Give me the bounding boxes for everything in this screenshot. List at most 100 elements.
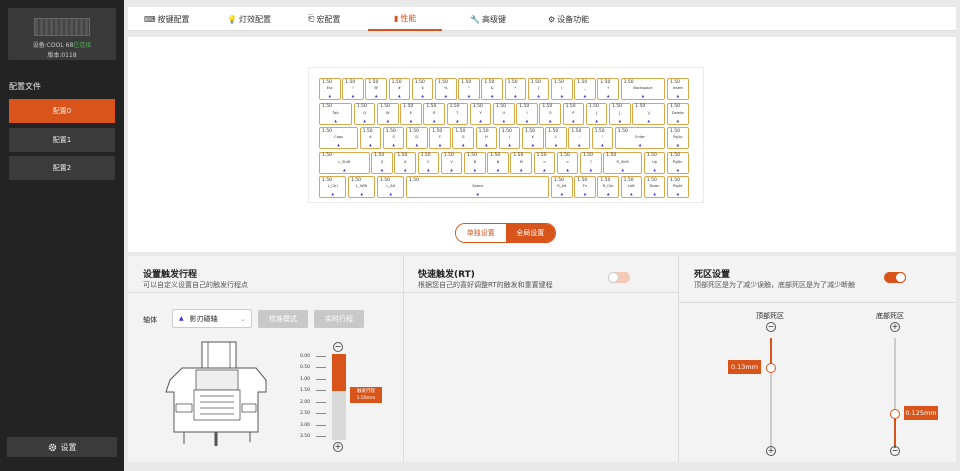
key-trigger-value: 1.50 (612, 104, 623, 109)
key-pgdn[interactable]: 1.50 PgDn ▲ (667, 151, 689, 174)
profile-item-2[interactable]: 配置2 (9, 156, 115, 180)
key-fn[interactable]: 1.50 Fn ▲ (574, 176, 596, 198)
plus-button[interactable]: + (890, 322, 900, 332)
key-up[interactable]: 1.50 Up ▲ (643, 151, 666, 174)
key-f[interactable]: 1.50 F ▲ (429, 127, 451, 149)
key-caps[interactable]: 1.50 Caps ▲ (319, 127, 358, 149)
key-[interactable]: 1.50 > ▲ (556, 151, 579, 174)
plus-button[interactable]: + (333, 442, 343, 452)
minus-button[interactable]: − (890, 446, 900, 456)
key-pgup[interactable]: 1.50 PgUp ▲ (667, 127, 689, 149)
key-h[interactable]: 1.50 H ▲ (475, 127, 498, 149)
key-e[interactable]: 1.50 E ▲ (400, 102, 422, 125)
key-z[interactable]: 1.50 Z ▲ (371, 151, 393, 174)
trigger-slider[interactable]: − 0.00 0.50 1.00 1.50 2.00 2.50 3.00 3.50 触发行程 … (300, 342, 382, 452)
key-left[interactable]: 1.50 Left ▲ (620, 176, 643, 198)
minus-button[interactable]: − (766, 322, 776, 332)
key-_[interactable]: 1.50 _ ▲ (574, 78, 596, 100)
key-tab[interactable]: 1.50 Tab ▲ (319, 102, 353, 125)
settings-button[interactable]: 设置 (7, 437, 117, 457)
key-[interactable]: 1.50 \| ▲ (632, 102, 666, 125)
key-i[interactable]: 1.50 I ▲ (516, 102, 538, 125)
key-[interactable]: 1.50 # ▲ (388, 78, 411, 100)
calibrate-button[interactable]: 校准模式 (258, 310, 308, 328)
key-delete[interactable]: 1.50 Delete ▲ (667, 102, 689, 125)
key-[interactable]: 1.50 ^ ▲ (458, 78, 480, 100)
axis-select[interactable]: ▲ 影刃磁轴 ⌄ (172, 309, 252, 328)
tab-performance[interactable]: ▮ 性能 (368, 7, 443, 31)
key-r_shift[interactable]: 1.50 R_Shift ▲ (603, 151, 643, 174)
profile-item-1[interactable]: 配置1 (9, 128, 115, 152)
global-setting-button[interactable]: 全局设置 (505, 224, 555, 242)
key-s[interactable]: 1.50 S ▲ (382, 127, 405, 149)
key-enter[interactable]: 1.50 Enter ▲ (614, 127, 666, 149)
key-l[interactable]: 1.50 L ▲ (545, 127, 567, 149)
key-p[interactable]: 1.50 P ▲ (562, 102, 585, 125)
key-g[interactable]: 1.50 G ▲ (452, 127, 474, 149)
deadzone-toggle[interactable] (884, 272, 906, 283)
tab-advanced-keys[interactable]: 🔧 高级键 (470, 7, 506, 31)
key-[interactable]: 1.50 " ▲ (591, 127, 614, 149)
key-r_alt[interactable]: 1.50 R_Alt ▲ (551, 176, 573, 198)
key-w[interactable]: 1.50 W ▲ (377, 102, 399, 125)
key-q[interactable]: 1.50 Q ▲ (353, 102, 376, 125)
slider-handle[interactable] (766, 363, 776, 373)
key-backspace[interactable]: 1.50 Backspace ▲ (620, 78, 666, 100)
key-down[interactable]: 1.50 Down ▲ (643, 176, 666, 198)
key-[interactable]: 1.50{▲ (585, 102, 608, 125)
key-l_win[interactable]: 1.50 L_WIN ▲ (348, 176, 376, 198)
tab-macro-config[interactable]: ⎗ 宏配置 (308, 7, 340, 31)
key-a[interactable]: 1.50 A ▲ (359, 127, 382, 149)
key-esc[interactable]: 1.50 Esc ▲ (319, 78, 341, 100)
key-[interactable]: 1.50(▲ (527, 78, 550, 100)
key-[interactable]: 1.50 < ▲ (533, 151, 556, 174)
key-k[interactable]: 1.50 K ▲ (522, 127, 544, 149)
key-[interactable]: 1.50) ▲ (551, 78, 573, 100)
key-[interactable]: 1.50% ▲ (435, 78, 457, 100)
tab-device-functions[interactable]: ⚙ 设备功能 (548, 7, 589, 31)
key-[interactable]: 1.50 $ ▲ (411, 78, 434, 100)
key-n[interactable]: 1.50 N ▲ (487, 151, 509, 174)
key-c[interactable]: 1.50 C ▲ (417, 151, 440, 174)
key-[interactable]: 1.50 * ▲ (504, 78, 527, 100)
key-r[interactable]: 1.50 R ▲ (423, 102, 445, 125)
profile-item-0[interactable]: 配置0 (9, 99, 115, 123)
key-[interactable]: 1.50 + ▲ (597, 78, 619, 100)
key-l_shift[interactable]: 1.50 L_Shift ▲ (319, 151, 370, 174)
key-o[interactable]: 1.50 O ▲ (539, 102, 561, 125)
key-[interactable]: 1.50} ▲ (609, 102, 631, 125)
key-label: ! (352, 86, 354, 90)
key-t[interactable]: 1.50 T ▲ (446, 102, 469, 125)
key-[interactable]: 1.50! ▲ (342, 78, 364, 100)
key-j[interactable]: 1.50 J ▲ (498, 127, 521, 149)
key-r_ctrl[interactable]: 1.50 R_Ctrl ▲ (597, 176, 619, 198)
single-setting-button[interactable]: 单独设置 (456, 224, 506, 242)
key-space[interactable]: 1.50 Space ▲ (406, 176, 550, 198)
key-[interactable]: 1.50 & ▲ (481, 78, 503, 100)
key-[interactable]: 1.50? ▲ (580, 151, 602, 174)
key-y[interactable]: 1.50 Y ▲ (469, 102, 492, 125)
key-l_alt[interactable]: 1.50 L_Alt ▲ (377, 176, 405, 198)
key-d[interactable]: 1.50 D ▲ (406, 127, 428, 149)
plus-button[interactable]: + (766, 446, 776, 456)
key-u[interactable]: 1.50 U ▲ (493, 102, 515, 125)
tab-light-config[interactable]: 💡 灯效配置 (227, 7, 271, 31)
key-insert[interactable]: 1.50 Insert ▲ (667, 78, 689, 100)
tab-key-config[interactable]: ⌨ 按键配置 (144, 7, 190, 31)
minus-button[interactable]: − (333, 342, 343, 352)
bottom-deadzone-slider[interactable]: + 0.125mm − (852, 322, 942, 456)
slider-handle[interactable] (890, 409, 900, 419)
realtime-button[interactable]: 实时行程 (314, 310, 364, 328)
key-right[interactable]: 1.50 Right ▲ (667, 176, 689, 198)
rt-toggle[interactable] (608, 272, 630, 283)
key-v[interactable]: 1.50 V ▲ (440, 151, 463, 174)
key-x[interactable]: 1.50 X ▲ (394, 151, 416, 174)
key-m[interactable]: 1.50 M ▲ (510, 151, 532, 174)
key-l_ctrl[interactable]: 1.50 L_Ctrl ▲ (319, 176, 347, 198)
key-[interactable]: 1.50: ▲ (568, 127, 590, 149)
key-b[interactable]: 1.50 B ▲ (464, 151, 486, 174)
top-deadzone-slider[interactable]: − 0.13mm + (728, 322, 808, 456)
triangle-icon: ▲ (331, 192, 335, 196)
key-label: _ (584, 86, 586, 90)
key-[interactable]: 1.50 @ ▲ (365, 78, 387, 100)
